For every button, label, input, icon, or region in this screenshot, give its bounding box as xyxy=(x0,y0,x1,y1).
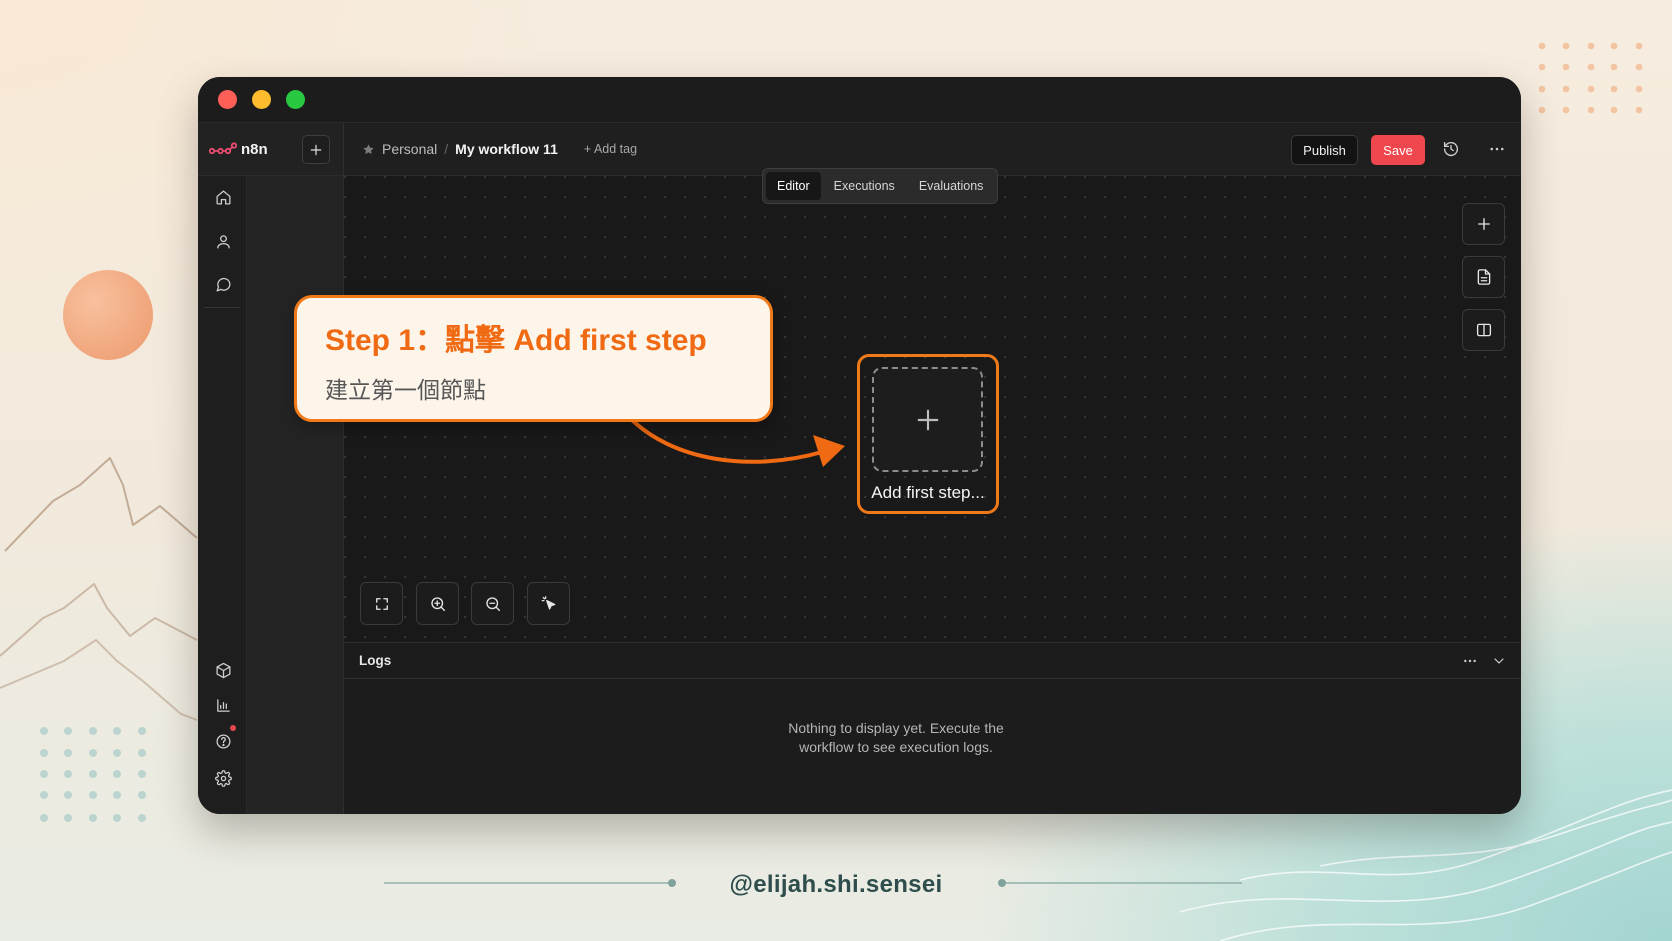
tab-executions[interactable]: Executions xyxy=(823,172,906,200)
breadcrumb-separator: / xyxy=(444,141,449,157)
slide-background: n8n Personal / My workflow 11 + Add tag … xyxy=(0,0,1672,941)
n8n-logo-icon xyxy=(209,142,237,155)
tidy-up-button[interactable] xyxy=(527,582,570,625)
chat-icon xyxy=(215,277,231,292)
mountain-lines xyxy=(0,457,198,721)
brand-row: n8n xyxy=(198,123,343,176)
logs-empty-line: Nothing to display yet. Execute the xyxy=(788,720,1004,736)
step-callout: Step 1：點擊 Add first step 建立第一個節點 xyxy=(294,295,773,422)
zoom-out-button[interactable] xyxy=(471,582,514,625)
brand-name: n8n xyxy=(241,141,268,158)
save-button[interactable]: Save xyxy=(1371,135,1425,165)
add-first-step-label[interactable]: Add first step... xyxy=(860,482,996,504)
breadcrumb: Personal / My workflow 11 + Add tag xyxy=(362,123,637,175)
window-close-button[interactable] xyxy=(218,90,237,109)
logs-header[interactable]: Logs xyxy=(344,643,1521,679)
more-horizontal-icon[interactable] xyxy=(1462,653,1478,669)
plus-icon xyxy=(310,144,322,155)
add-tag-button[interactable]: + Add tag xyxy=(584,142,637,156)
plus-icon xyxy=(1477,218,1490,230)
sidebar-item-insights[interactable] xyxy=(207,689,239,721)
window-titlebar xyxy=(198,77,1521,123)
sidebar: n8n xyxy=(198,123,344,814)
add-first-step-node[interactable]: Add first step... xyxy=(857,354,999,514)
history-icon[interactable] xyxy=(1442,140,1460,158)
breadcrumb-project[interactable]: Personal xyxy=(382,141,437,157)
sidebar-icon-column xyxy=(198,176,247,814)
callout-subtitle: 建立第一個節點 xyxy=(325,377,486,403)
dot-grid-top-right xyxy=(1538,42,1643,114)
chevron-down-icon[interactable] xyxy=(1491,653,1507,669)
logs-empty-line: workflow to see execution logs. xyxy=(799,739,993,755)
callout-title: Step 1：點擊 Add first step xyxy=(325,324,707,357)
sidebar-item-chat[interactable] xyxy=(207,268,239,300)
sticky-note-button[interactable] xyxy=(1462,256,1505,298)
workflow-name[interactable]: My workflow 11 xyxy=(455,141,558,157)
pointer-icon xyxy=(541,595,555,610)
sidebar-divider xyxy=(204,307,240,308)
view-tabs: Editor Executions Evaluations xyxy=(762,168,999,204)
sidebar-item-settings[interactable] xyxy=(207,762,239,794)
help-icon xyxy=(215,733,231,749)
window-minimize-button[interactable] xyxy=(252,90,271,109)
file-text-icon xyxy=(1477,269,1490,285)
gear-icon xyxy=(214,769,232,787)
zoom-in-button[interactable] xyxy=(416,582,459,625)
more-horizontal-icon[interactable] xyxy=(1488,140,1506,158)
plus-icon xyxy=(917,409,938,430)
sidebar-item-home[interactable] xyxy=(207,181,239,213)
window-zoom-button[interactable] xyxy=(286,90,305,109)
dot-grid-bottom-left xyxy=(40,727,146,822)
publish-button[interactable]: Publish xyxy=(1291,135,1358,165)
user-icon xyxy=(216,234,230,249)
create-button[interactable] xyxy=(302,135,330,164)
sun-circle xyxy=(63,270,153,360)
fit-view-icon xyxy=(375,597,388,610)
add-node-button[interactable] xyxy=(1462,203,1505,245)
sidebar-item-personal[interactable] xyxy=(207,225,239,257)
home-icon xyxy=(215,189,231,205)
sidebar-item-templates[interactable] xyxy=(207,654,239,686)
logs-empty-message: Nothing to display yet. Execute the work… xyxy=(746,719,1046,757)
footer-handle: @elijah.shi.sensei xyxy=(729,871,943,898)
fit-view-button[interactable] xyxy=(360,582,403,625)
tab-evaluations[interactable]: Evaluations xyxy=(908,172,995,200)
split-panel-icon xyxy=(1476,323,1491,337)
star-icon[interactable] xyxy=(362,143,375,156)
logs-title: Logs xyxy=(359,653,392,668)
app-window: n8n Personal / My workflow 11 + Add tag … xyxy=(198,77,1521,814)
add-first-step-box[interactable] xyxy=(872,367,983,472)
cube-icon xyxy=(215,662,231,678)
logs-panel: Logs Nothing to display yet. Execute the… xyxy=(344,642,1521,814)
tab-editor[interactable]: Editor xyxy=(766,172,821,200)
bar-chart-icon xyxy=(216,698,230,712)
toggle-panel-button[interactable] xyxy=(1462,309,1505,351)
zoom-in-icon xyxy=(430,596,445,611)
notification-dot xyxy=(230,725,236,731)
zoom-out-icon xyxy=(485,596,500,611)
